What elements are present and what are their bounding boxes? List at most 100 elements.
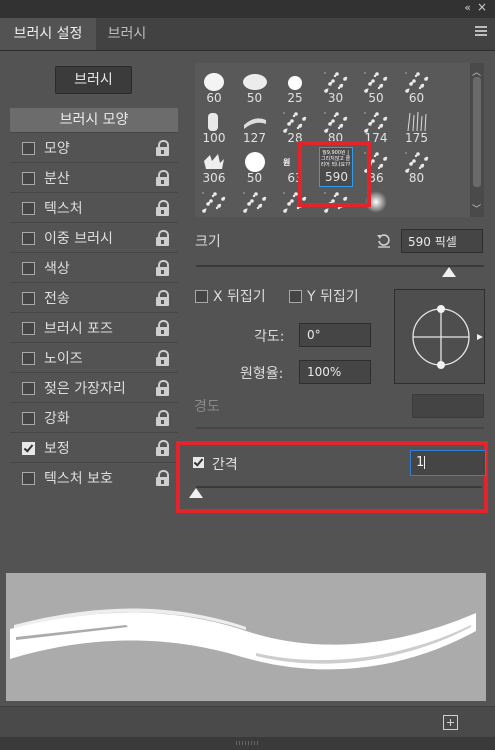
brush-option-row[interactable]: 분산 xyxy=(10,162,178,193)
brush-size-label: 100 xyxy=(202,131,226,145)
scrollbar-thumb[interactable] xyxy=(473,77,481,187)
resize-grip-icon[interactable] xyxy=(236,741,260,745)
tab-brushes[interactable]: 브러시 xyxy=(96,18,158,50)
brush-preset-cell[interactable]: 50 xyxy=(238,67,272,107)
brush-option-row[interactable]: 노이즈 xyxy=(10,342,178,373)
brush-option-row[interactable]: 이중 브러시 xyxy=(10,222,178,253)
lock-icon[interactable] xyxy=(156,410,170,426)
option-checkbox[interactable] xyxy=(22,202,35,215)
option-checkbox[interactable] xyxy=(22,142,35,155)
brush-preset-cell[interactable]: 60 xyxy=(197,67,231,107)
brush-size-label: 60 xyxy=(206,91,222,105)
brush-options-list: 모양 분산 텍스처 이중 브러시 색상 전송 브러시 포즈 노이즈 젖은 가장자리강화보정텍스처… xyxy=(10,132,178,494)
spacing-checkbox[interactable] xyxy=(193,457,204,468)
brush-size-label: 80 xyxy=(408,171,425,185)
brush-stroke-preview xyxy=(6,573,486,701)
lock-icon[interactable] xyxy=(156,380,170,396)
angle-input[interactable]: 0° xyxy=(299,323,371,347)
chevron-down-icon[interactable]: ﹀ xyxy=(472,202,481,215)
brush-preset-cell[interactable]: 60 xyxy=(400,67,434,107)
option-checkbox[interactable] xyxy=(22,382,35,395)
lock-icon[interactable] xyxy=(156,320,170,336)
brush-preset-cell[interactable]: 127 xyxy=(238,107,272,147)
brush-thumbnail xyxy=(405,111,429,132)
brush-thumbnail xyxy=(323,71,348,93)
brush-thumbnail xyxy=(202,71,226,91)
hardness-label: 경도 xyxy=(194,399,220,415)
lock-icon[interactable] xyxy=(156,200,170,216)
brush-preset-cell[interactable]: 30 xyxy=(319,67,353,107)
grid-scrollbar[interactable]: ︿ ﹀ xyxy=(470,63,484,217)
brush-option-row[interactable]: 브러시 포즈 xyxy=(10,312,178,343)
size-input[interactable]: 590 픽셀 xyxy=(401,229,483,253)
new-brush-icon[interactable] xyxy=(443,715,458,730)
roundness-input[interactable]: 100% xyxy=(299,360,371,384)
brush-preset-cell[interactable]: 50 xyxy=(359,67,393,107)
lock-icon[interactable] xyxy=(156,440,170,456)
option-checkbox[interactable] xyxy=(22,172,35,185)
option-checkbox[interactable] xyxy=(22,262,35,275)
option-checkbox[interactable] xyxy=(22,322,35,335)
lock-icon[interactable] xyxy=(156,260,170,276)
tab-bar: 브러시 설정 브러시 xyxy=(0,18,495,51)
flip-y-checkbox[interactable] xyxy=(289,290,302,303)
lock-icon[interactable] xyxy=(156,350,170,366)
brush-preset-cell[interactable]: 100 xyxy=(197,107,231,147)
hamburger-menu-icon[interactable] xyxy=(475,26,487,36)
flip-x-checkbox[interactable] xyxy=(195,290,208,303)
double-chevron-icon[interactable]: « xyxy=(464,1,471,14)
brush-preset-cell[interactable] xyxy=(238,187,272,217)
reset-size-icon[interactable] xyxy=(375,232,393,248)
size-slider-handle[interactable] xyxy=(442,267,457,277)
brush-preset-cell[interactable] xyxy=(197,187,231,217)
brush-thumbnail xyxy=(364,71,388,93)
size-slider-track[interactable] xyxy=(196,265,484,267)
brush-preset-cell[interactable]: 80 xyxy=(400,147,434,187)
option-checkbox[interactable] xyxy=(22,442,35,455)
brush-option-row[interactable]: 모양 xyxy=(10,132,178,163)
brush-preset-cell[interactable] xyxy=(400,187,434,217)
lock-icon[interactable] xyxy=(156,230,170,246)
angle-roundness-dial[interactable] xyxy=(394,289,485,384)
spacing-input[interactable]: 1 xyxy=(410,450,486,476)
brush-option-row[interactable]: 색상 xyxy=(10,252,178,283)
brush-option-row[interactable]: 텍스처 보호 xyxy=(10,462,178,493)
close-icon[interactable]: × xyxy=(477,0,487,14)
brush-size-label: 112 xyxy=(359,63,393,65)
brush-thumbnail xyxy=(283,71,307,91)
brush-thumbnail xyxy=(242,71,267,91)
brush-thumbnail xyxy=(323,111,348,133)
brush-option-row[interactable]: 젖은 가장자리 xyxy=(10,372,178,403)
option-label: 강화 xyxy=(44,411,70,427)
tab-brush-settings[interactable]: 브러시 설정 xyxy=(0,18,96,50)
option-checkbox[interactable] xyxy=(22,472,35,485)
option-label: 텍스처 보호 xyxy=(44,471,113,487)
brush-option-row[interactable]: 보정 xyxy=(10,432,178,463)
lock-icon[interactable] xyxy=(156,470,170,486)
brush-thumbnail xyxy=(202,151,226,171)
brush-tip-shape-header[interactable]: 브러시 모양 xyxy=(10,108,178,132)
spacing-slider-track[interactable] xyxy=(196,486,482,488)
brush-preset-cell[interactable]: 306 xyxy=(197,147,231,187)
spacing-slider-handle[interactable] xyxy=(189,488,203,498)
option-checkbox[interactable] xyxy=(22,412,35,425)
brush-option-row[interactable]: 텍스처 xyxy=(10,192,178,223)
brush-preset-cell[interactable]: 50 xyxy=(238,147,272,187)
panel-top-bar: « × xyxy=(0,0,495,18)
brush-option-row[interactable]: 전송 xyxy=(10,282,178,313)
text-cursor xyxy=(424,456,426,469)
lock-icon[interactable] xyxy=(156,290,170,306)
lock-icon[interactable] xyxy=(156,140,170,156)
brush-size-label: 127 xyxy=(243,131,266,145)
brush-thumbnail xyxy=(202,191,226,213)
brush-preset-cell[interactable]: 175 xyxy=(400,107,434,147)
option-checkbox[interactable] xyxy=(22,292,35,305)
option-checkbox[interactable] xyxy=(22,232,35,245)
brush-size-label: 30 xyxy=(327,91,344,105)
brush-option-row[interactable]: 강화 xyxy=(10,402,178,433)
brushes-button[interactable]: 브러시 xyxy=(55,66,132,94)
lock-icon[interactable] xyxy=(156,170,170,186)
brush-preset-cell[interactable]: 25 xyxy=(278,67,312,107)
option-checkbox[interactable] xyxy=(22,352,35,365)
brush-thumbnail xyxy=(202,111,226,131)
